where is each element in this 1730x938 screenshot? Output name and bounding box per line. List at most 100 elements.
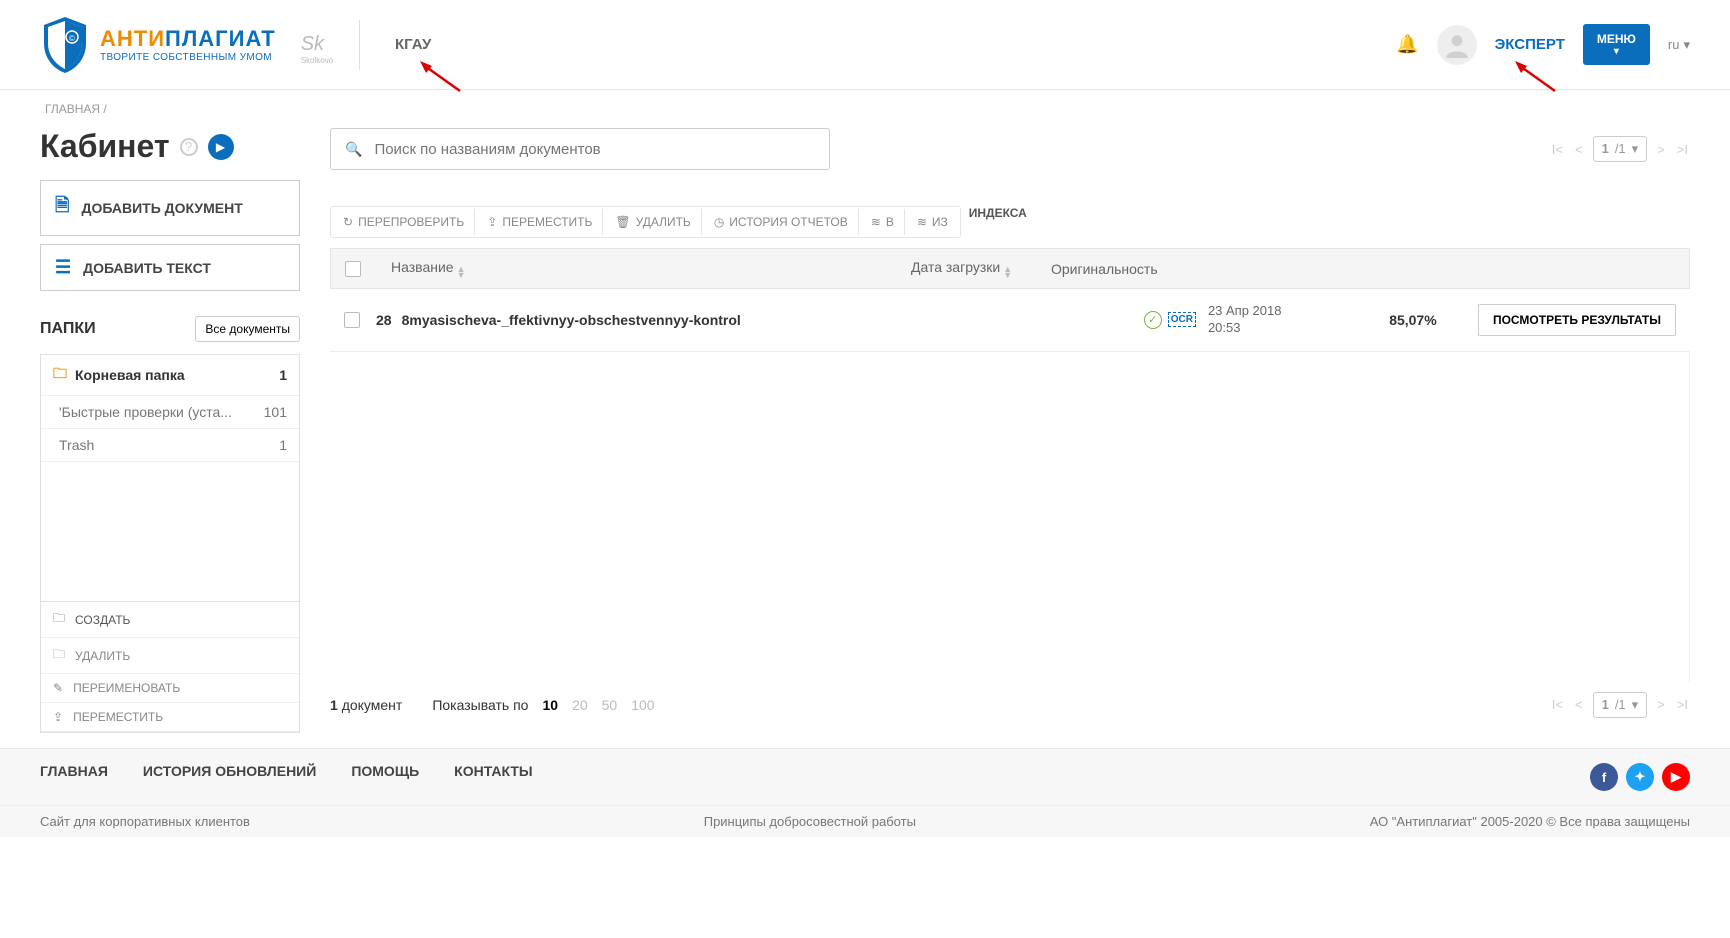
folder-create-button[interactable]: 🗀СОЗДАТЬ xyxy=(41,602,299,638)
footer-sublink[interactable]: Принципы добросовестной работы xyxy=(704,814,916,829)
index-label: ИНДЕКСА xyxy=(969,206,1027,220)
search-input[interactable] xyxy=(374,141,815,158)
move-icon: ⇪ xyxy=(487,215,497,229)
twitter-icon[interactable]: ✦ xyxy=(1626,763,1654,791)
folder-item[interactable]: Trash1 xyxy=(41,429,299,462)
pager-page-select[interactable]: 1/1 ▾ xyxy=(1593,692,1648,718)
help-icon[interactable]: ? xyxy=(180,138,198,156)
document-count: 1 документ xyxy=(330,697,402,713)
toolbar-move[interactable]: ⇪ПЕРЕМЕСТИТЬ xyxy=(477,209,603,235)
logo-tagline: ТВОРИТЕ СОБСТВЕННЫМ УМОМ xyxy=(100,52,276,63)
footer-link[interactable]: КОНТАКТЫ xyxy=(454,763,532,791)
pager-prev-icon[interactable]: < xyxy=(1573,140,1585,159)
pager-first-icon[interactable]: I< xyxy=(1550,695,1565,714)
play-icon[interactable]: ▶ xyxy=(208,134,234,160)
footer-link[interactable]: ПОМОЩЬ xyxy=(351,763,419,791)
footer-link[interactable]: ИСТОРИЯ ОБНОВЛЕНИЙ xyxy=(143,763,316,791)
folder-tree-space xyxy=(40,462,300,602)
footer-sublink[interactable]: Сайт для корпоративных клиентов xyxy=(40,814,250,829)
pager-page-select[interactable]: 1/1 ▾ xyxy=(1593,136,1648,162)
layers-icon: ≋ xyxy=(871,215,881,229)
toolbar-in[interactable]: ≋В xyxy=(861,209,905,235)
row-checkbox[interactable] xyxy=(344,312,360,328)
folders-heading: ПАПКИ xyxy=(40,320,96,338)
organization-name: КГАУ xyxy=(395,36,431,53)
clock-icon: ◷ xyxy=(714,215,724,229)
pager-last-icon[interactable]: >I xyxy=(1675,140,1690,159)
per-page-option[interactable]: 10 xyxy=(542,697,558,713)
pager-first-icon[interactable]: I< xyxy=(1550,140,1565,159)
toolbar-recheck[interactable]: ↻ПЕРЕПРОВЕРИТЬ xyxy=(333,209,475,235)
notifications-icon[interactable]: 🔔 xyxy=(1396,34,1418,55)
per-page-option[interactable]: 50 xyxy=(602,697,618,713)
chevron-down-icon: ▾ xyxy=(1683,37,1690,53)
sort-icon: ▲▼ xyxy=(1003,266,1012,278)
search-icon: 🔍 xyxy=(345,141,362,158)
user-role[interactable]: ЭКСПЕРТ xyxy=(1495,36,1565,53)
folder-move-button[interactable]: ⇪ПЕРЕМЕСТИТЬ xyxy=(41,703,299,732)
move-icon: ⇪ xyxy=(53,710,63,724)
language-selector[interactable]: ru▾ xyxy=(1668,37,1690,53)
layers-icon: ≋ xyxy=(917,215,927,229)
sort-icon: ▲▼ xyxy=(457,266,466,278)
youtube-icon[interactable]: ▶ xyxy=(1662,763,1690,791)
logo[interactable]: © АНТИПЛАГИАТ ТВОРИТЕ СОБСТВЕННЫМ УМОМ xyxy=(40,15,276,75)
toolbar: ↻ПЕРЕПРОВЕРИТЬ ⇪ПЕРЕМЕСТИТЬ 🗑УДАЛИТЬ ◷ИС… xyxy=(330,206,961,238)
toolbar-history[interactable]: ◷ИСТОРИЯ ОТЧЕТОВ xyxy=(704,209,859,235)
app-header: © АНТИПЛАГИАТ ТВОРИТЕ СОБСТВЕННЫМ УМОМ S… xyxy=(0,0,1730,90)
pager-last-icon[interactable]: >I xyxy=(1675,695,1690,714)
row-title: 8myasischeva-_ffektivnyy-obschestvennyy-… xyxy=(402,312,741,328)
row-date: 23 Апр 2018 xyxy=(1208,303,1348,320)
add-text-button[interactable]: ☰ДОБАВИТЬ ТЕКСТ xyxy=(40,244,300,291)
row-time: 20:53 xyxy=(1208,320,1348,337)
table-row[interactable]: 28 8myasischeva-_ffektivnyy-obschestvenny… xyxy=(330,289,1690,352)
pager-next-icon[interactable]: > xyxy=(1655,140,1667,159)
per-page-selector: Показывать по 10 20 50 100 xyxy=(432,697,654,713)
select-all-checkbox[interactable] xyxy=(345,261,361,277)
row-number: 28 xyxy=(376,312,392,328)
per-page-option[interactable]: 100 xyxy=(631,697,654,713)
folder-rename-button[interactable]: ✎ПЕРЕИМЕНОВАТЬ xyxy=(41,674,299,703)
table-header: Название▲▼ Дата загрузки▲▼ Оригинальност… xyxy=(330,248,1690,289)
logo-text-anti: АНТИ xyxy=(100,26,165,51)
chevron-down-icon: ▾ xyxy=(1632,697,1639,713)
ocr-badge: OCR xyxy=(1168,312,1196,327)
breadcrumb[interactable]: ГЛАВНАЯ / xyxy=(0,90,1730,128)
page-title: Кабинет xyxy=(40,128,170,165)
text-icon: ☰ xyxy=(55,257,71,278)
col-name[interactable]: Название▲▼ xyxy=(361,259,911,278)
chevron-down-icon: ▾ xyxy=(1632,141,1639,157)
logo-text-plag: ПЛАГИАТ xyxy=(165,26,276,51)
check-ok-icon: ✓ xyxy=(1144,311,1162,329)
folder-delete-button[interactable]: 🗀УДАЛИТЬ xyxy=(41,638,299,674)
annotation-arrow-icon xyxy=(1515,61,1565,101)
footer-link[interactable]: ГЛАВНАЯ xyxy=(40,763,108,791)
document-icon: 🗎 xyxy=(55,193,69,223)
add-document-button[interactable]: 🗎ДОБАВИТЬ ДОКУМЕНТ xyxy=(40,180,300,236)
footer-copyright: АО "Антиплагиат" 2005-2020 © Все права з… xyxy=(1370,814,1690,829)
folder-remove-icon: 🗀 xyxy=(53,645,65,666)
separator xyxy=(359,20,360,70)
pager-next-icon[interactable]: > xyxy=(1655,695,1667,714)
trash-icon: 🗑 xyxy=(615,215,630,229)
menu-button[interactable]: МЕНЮ xyxy=(1583,24,1650,65)
pager-prev-icon[interactable]: < xyxy=(1573,695,1585,714)
search-bar: 🔍 xyxy=(330,128,830,170)
all-documents-button[interactable]: Все документы xyxy=(195,316,300,342)
folder-item-root[interactable]: 🗀Корневая папка1 xyxy=(41,355,299,396)
skolkovo-logo: Sk xyxy=(301,33,324,56)
toolbar-delete[interactable]: 🗑УДАЛИТЬ xyxy=(605,209,701,235)
per-page-option[interactable]: 20 xyxy=(572,697,588,713)
view-results-button[interactable]: ПОСМОТРЕТЬ РЕЗУЛЬТАТЫ xyxy=(1478,304,1676,336)
facebook-icon[interactable]: f xyxy=(1590,763,1618,791)
footer: ГЛАВНАЯ ИСТОРИЯ ОБНОВЛЕНИЙ ПОМОЩЬ КОНТАК… xyxy=(0,748,1730,837)
pager-bottom: I< < 1/1 ▾ > >I xyxy=(1550,692,1690,718)
folder-item[interactable]: 'Быстрые проверки (уста...101 xyxy=(41,396,299,429)
col-originality: Оригинальность xyxy=(1051,261,1201,277)
refresh-icon: ↻ xyxy=(343,215,353,229)
pencil-icon: ✎ xyxy=(53,681,63,695)
pager-top: I< < 1/1 ▾ > >I xyxy=(1550,136,1690,162)
col-date[interactable]: Дата загрузки▲▼ xyxy=(911,259,1051,278)
avatar[interactable] xyxy=(1437,25,1477,65)
toolbar-out[interactable]: ≋ИЗ xyxy=(907,209,958,235)
